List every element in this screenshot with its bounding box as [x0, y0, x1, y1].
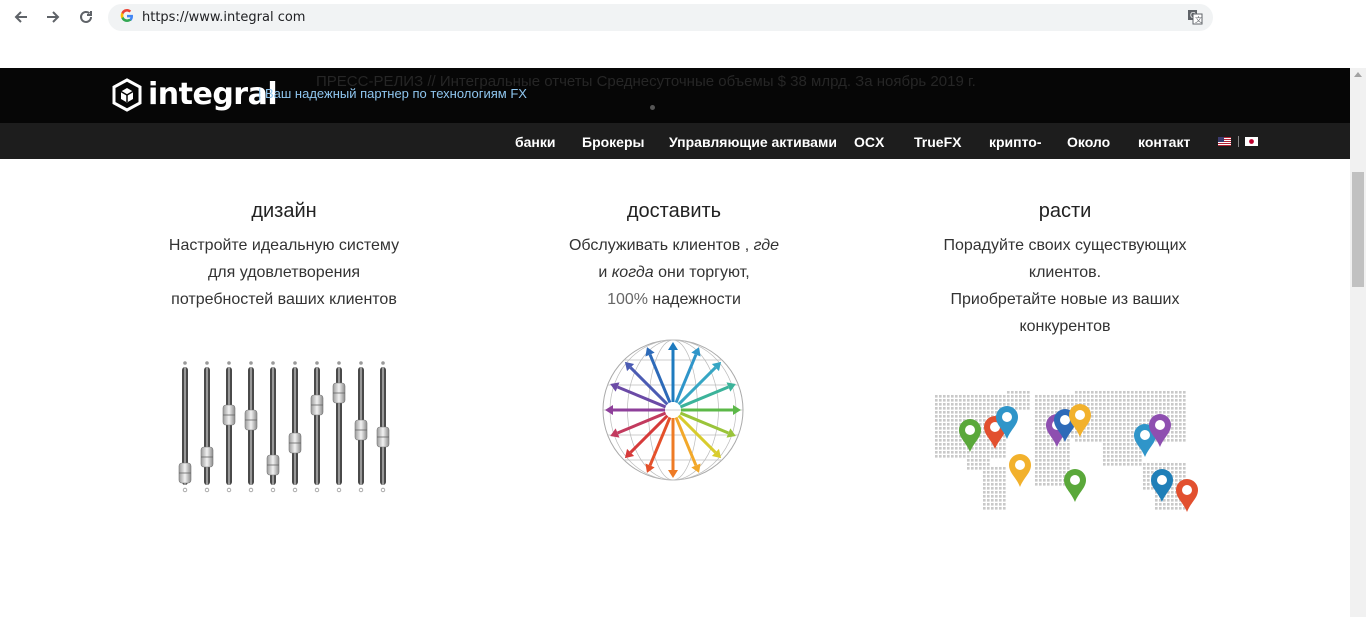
- carousel-dot[interactable]: [650, 105, 655, 110]
- nav-item-banks[interactable]: банки: [515, 134, 556, 150]
- page-scrollbar[interactable]: [1350, 68, 1366, 617]
- feature-text: они торгуют,: [653, 264, 750, 281]
- feature-line: Настройте идеальную систему: [168, 237, 400, 254]
- nav-item-brokers[interactable]: Брокеры: [582, 134, 644, 150]
- feature-title: дизайн: [251, 200, 317, 222]
- nav-item-ocx[interactable]: OCX: [854, 134, 884, 150]
- scroll-up-arrow-icon[interactable]: [1354, 72, 1362, 77]
- google-icon: [120, 9, 133, 22]
- feature-line: Обслуживать клиентов , где: [494, 232, 854, 259]
- translate-icon[interactable]: G 文: [1187, 9, 1203, 25]
- feature-line: для удовлетворения: [207, 264, 361, 281]
- site-header: ПРЕСС-РЕЛИЗ // Интегральные отчеты Средн…: [0, 68, 1350, 123]
- reload-icon: [80, 10, 92, 23]
- feature-line: Порадуйте своих существующих: [943, 237, 1187, 254]
- tagline: | Ваш надежный партнер по технологиям FX: [258, 86, 527, 101]
- back-button[interactable]: [10, 6, 32, 28]
- feature-line: Приобретайте новые из ваших: [950, 291, 1180, 308]
- feature-title: расти: [1038, 200, 1092, 222]
- feature-line: клиентов.: [1028, 264, 1102, 281]
- cube-logo-icon: [112, 77, 142, 112]
- feature-line: конкурентов: [1019, 318, 1111, 335]
- nav-item-contact[interactable]: контакт: [1138, 134, 1190, 150]
- jp-flag-icon[interactable]: [1245, 137, 1258, 146]
- flag-separator: [1238, 136, 1239, 147]
- feature-line: и когда они торгуют,: [494, 259, 854, 286]
- browser-toolbar: https://www.integral com G 文: [0, 0, 1366, 68]
- nav-item-about[interactable]: Около: [1067, 134, 1110, 150]
- forward-button[interactable]: [42, 6, 64, 28]
- feature-line: 100% надежности: [494, 286, 854, 313]
- nav-item-crypto[interactable]: крипто-: [989, 134, 1042, 150]
- world-map-pins-icon: [935, 391, 1198, 512]
- feature-text: надежности: [647, 291, 741, 308]
- mixer-sliders-icon: [178, 361, 390, 493]
- scrollbar-thumb[interactable]: [1352, 172, 1364, 287]
- url-text: https://www.integral com: [142, 10, 306, 25]
- nav-item-asset-managers[interactable]: Управляющие активами: [669, 134, 837, 150]
- feature-title: доставить: [626, 200, 722, 222]
- globe-arrows-icon: [602, 339, 744, 481]
- main-nav: банки Брокеры Управляющие активами OCX T…: [0, 123, 1350, 159]
- us-flag-icon[interactable]: [1218, 137, 1231, 146]
- feature-text: и: [598, 264, 612, 281]
- feature-grow: расти Порадуйте своих существующих клиен…: [885, 200, 1245, 340]
- feature-deliver: доставить Обслуживать клиентов , где и к…: [494, 200, 854, 313]
- feature-design: дизайн Настройте идеальную систему для у…: [104, 200, 464, 313]
- feature-emphasis: когда: [611, 264, 654, 281]
- feature-emphasis: где: [753, 237, 780, 254]
- svg-text:文: 文: [1195, 15, 1202, 24]
- address-bar[interactable]: https://www.integral com G 文: [108, 4, 1213, 31]
- nav-item-truefx[interactable]: TrueFX: [914, 134, 961, 150]
- feature-number: 100%: [607, 291, 648, 308]
- feature-text: Обслуживать клиентов ,: [568, 237, 754, 254]
- feature-line: потребностей ваших клиентов: [171, 291, 397, 308]
- arrow-left-icon: [14, 11, 27, 23]
- reload-button[interactable]: [75, 6, 97, 28]
- logo[interactable]: integral: [112, 77, 278, 112]
- arrow-right-icon: [47, 11, 60, 23]
